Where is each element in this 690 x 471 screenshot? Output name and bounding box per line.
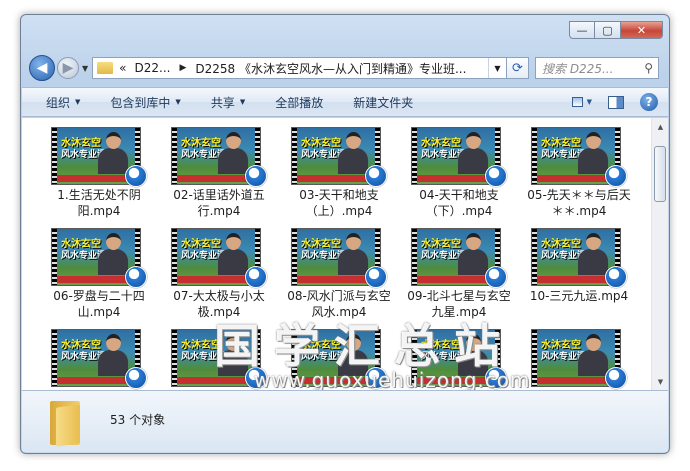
forward-button[interactable]: ▶	[57, 57, 79, 79]
view-controls: ▼ ?	[558, 92, 658, 112]
chevron-down-icon: ▼	[75, 98, 81, 106]
help-icon[interactable]: ?	[640, 93, 658, 111]
include-in-library-label: 包含到库中	[110, 95, 171, 110]
breadcrumb-separator-icon[interactable]: ▶	[179, 63, 186, 73]
maximize-button[interactable]: ▢	[595, 21, 621, 39]
address-overflow-chevron[interactable]: «	[119, 61, 126, 75]
organize-menu[interactable]: 组织 ▼	[46, 94, 80, 111]
navigation-bar: ◀ ▶ ▼ « D22... ▶ D2258 《水沐玄空风水—从入门到精通》专业…	[29, 55, 659, 81]
play-all-button[interactable]: 全部播放	[275, 94, 323, 111]
file-item[interactable]: 水沐玄空 风水专业课 08-风水门派与玄空风水.mp4	[285, 228, 393, 328]
file-item[interactable]: 水沐玄空 风水专业课 07-大太极与小太极.mp4	[165, 228, 273, 328]
file-item[interactable]: 水沐玄空 风水专业课	[525, 329, 633, 390]
folder-icon	[50, 401, 80, 447]
media-player-icon	[365, 266, 387, 288]
media-player-icon	[485, 367, 507, 389]
media-player-icon	[245, 367, 267, 389]
file-item[interactable]: 水沐玄空 风水专业课 04-天干和地支（下）.mp4	[405, 127, 513, 227]
folder-icon	[97, 62, 114, 74]
media-player-icon	[125, 165, 147, 187]
file-name: 10-三元九运.mp4	[529, 289, 629, 303]
chevron-down-icon: ▼	[586, 98, 592, 106]
media-player-icon	[605, 367, 627, 389]
organize-label: 组织	[46, 95, 71, 110]
breadcrumb-item-current[interactable]: D2258 《水沐玄空风水—从入门到精通》专业班...	[195, 60, 466, 77]
file-name: 05-先天＊＊与后天＊＊.mp4	[527, 188, 631, 218]
file-item[interactable]: 水沐玄空 风水专业课	[285, 329, 393, 390]
details-pane: 53 个对象	[22, 390, 668, 452]
search-icon[interactable]: ⚲	[644, 61, 653, 75]
scroll-up-icon[interactable]: ▲	[652, 118, 668, 135]
minimize-button[interactable]: —	[569, 21, 595, 39]
file-name: 02-话里话外道五行.mp4	[173, 188, 265, 218]
include-in-library-menu[interactable]: 包含到库中 ▼	[110, 94, 180, 111]
file-item[interactable]: 水沐玄空 风水专业课 06-罗盘与二十四山.mp4	[45, 228, 153, 328]
preview-pane-icon	[608, 95, 624, 109]
file-name: 03-天干和地支（上）.mp4	[299, 188, 379, 218]
file-item[interactable]: 水沐玄空 风水专业课 05-先天＊＊与后天＊＊.mp4	[525, 127, 633, 227]
file-item[interactable]: 水沐玄空 风水专业课	[45, 329, 153, 390]
preview-pane-button[interactable]	[606, 92, 626, 112]
media-player-icon	[485, 266, 507, 288]
file-item[interactable]: 水沐玄空 风水专业课 1.生活无处不阴阳.mp4	[45, 127, 153, 227]
address-bar[interactable]: « D22... ▶ D2258 《水沐玄空风水—从入门到精通》专业班... ▼	[92, 57, 507, 79]
close-button[interactable]: ✕	[621, 21, 663, 39]
file-name: 07-大太极与小太极.mp4	[173, 289, 265, 319]
file-list-pane: 水沐玄空 风水专业课 1.生活无处不阴阳.mp4 水沐玄空 风水专业课 02-话里话外道五…	[22, 118, 668, 390]
scroll-down-icon[interactable]: ▼	[652, 373, 668, 390]
file-item[interactable]: 水沐玄空 风水专业课	[165, 329, 273, 390]
vertical-scrollbar[interactable]: ▲ ▼	[651, 118, 668, 390]
back-button[interactable]: ◀	[29, 55, 55, 81]
file-item[interactable]: 水沐玄空 风水专业课	[405, 329, 513, 390]
media-player-icon	[605, 165, 627, 187]
media-player-icon	[365, 165, 387, 187]
media-player-icon	[485, 165, 507, 187]
file-item[interactable]: 水沐玄空 风水专业课 02-话里话外道五行.mp4	[165, 127, 273, 227]
address-dropdown-icon[interactable]: ▼	[488, 58, 506, 78]
media-player-icon	[605, 266, 627, 288]
media-player-icon	[125, 266, 147, 288]
caption-buttons: — ▢ ✕	[569, 21, 663, 39]
refresh-button[interactable]: ⟳	[507, 57, 529, 79]
file-item[interactable]: 水沐玄空 风水专业课 10-三元九运.mp4	[525, 228, 633, 328]
command-bar: 组织 ▼ 包含到库中 ▼ 共享 ▼ 全部播放 新建文件夹 ▼ ?	[22, 87, 668, 117]
media-player-icon	[245, 165, 267, 187]
file-name: 08-风水门派与玄空风水.mp4	[287, 289, 391, 319]
file-name: 04-天干和地支（下）.mp4	[419, 188, 499, 218]
media-player-icon	[125, 367, 147, 389]
item-count: 53 个对象	[110, 413, 166, 427]
view-icon	[572, 97, 583, 107]
file-name: 06-罗盘与二十四山.mp4	[53, 289, 145, 319]
share-label: 共享	[210, 95, 235, 110]
file-item[interactable]: 水沐玄空 风水专业课 03-天干和地支（上）.mp4	[285, 127, 393, 227]
change-view-button[interactable]: ▼	[572, 92, 592, 112]
breadcrumb-item-parent[interactable]: D22...	[135, 61, 171, 75]
search-placeholder: 搜索 D225...	[542, 61, 614, 76]
file-item[interactable]: 水沐玄空 风水专业课 09-北斗七星与玄空九星.mp4	[405, 228, 513, 328]
chevron-down-icon: ▼	[175, 98, 181, 106]
media-player-icon	[245, 266, 267, 288]
media-player-icon	[365, 367, 387, 389]
share-menu[interactable]: 共享 ▼	[211, 94, 245, 111]
recent-pages-dropdown-icon[interactable]: ▼	[82, 64, 88, 73]
scrollbar-thumb[interactable]	[654, 146, 666, 202]
explorer-window: — ▢ ✕ ◀ ▶ ▼ « D22... ▶ D2258 《水沐玄空风水—从入门…	[20, 14, 670, 454]
new-folder-button[interactable]: 新建文件夹	[353, 94, 413, 111]
chevron-down-icon: ▼	[239, 98, 246, 106]
file-name: 09-北斗七星与玄空九星.mp4	[407, 289, 511, 319]
file-name: 1.生活无处不阴阳.mp4	[57, 188, 141, 218]
search-input[interactable]: 搜索 D225... ⚲	[535, 57, 659, 79]
